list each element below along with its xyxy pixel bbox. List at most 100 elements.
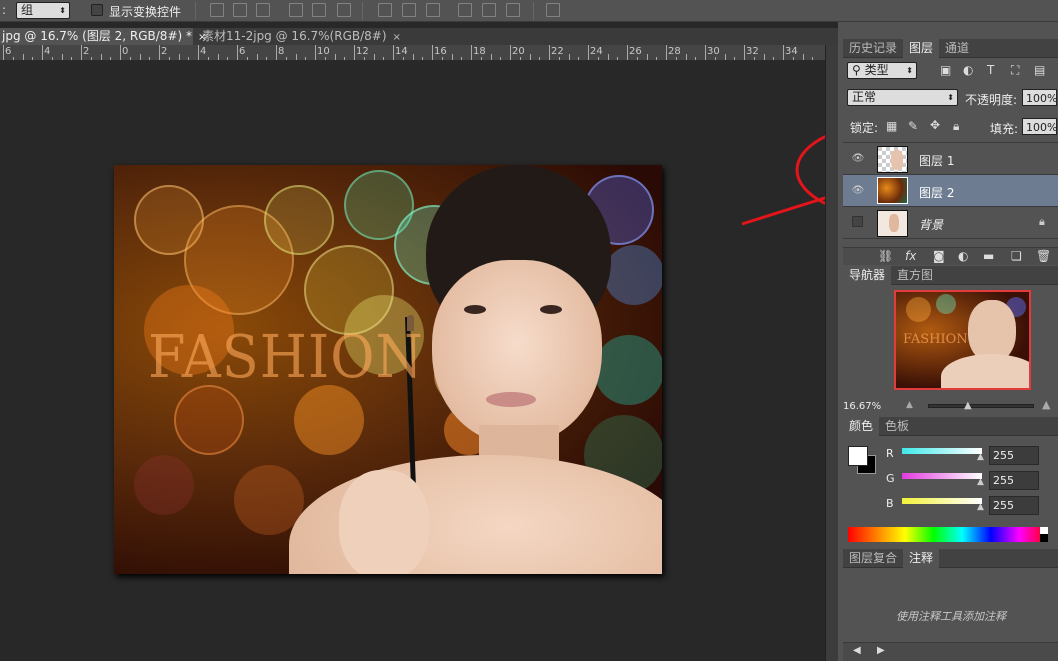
lock-brush-icon[interactable]: ✎ — [908, 119, 918, 133]
search-icon: ⚲ — [852, 63, 861, 77]
navigator-preview[interactable]: FASHION — [894, 290, 1031, 390]
align-top-icon[interactable] — [210, 3, 224, 17]
filter-pixel-icon[interactable]: ▣ — [940, 63, 951, 77]
visibility-eye-icon[interactable]: 👁︎ — [850, 153, 866, 164]
zoom-out-icon[interactable]: ▲ — [906, 400, 913, 410]
align-left-icon[interactable] — [289, 3, 303, 17]
lock-transparency-icon[interactable]: ▦ — [886, 119, 897, 133]
distribute-vcenter-icon[interactable] — [402, 3, 416, 17]
adjustment-layer-icon[interactable]: ◐ — [958, 249, 968, 263]
ruler-minor-tick — [373, 54, 375, 60]
tab-document-2[interactable]: 素材11-2jpg @ 16.7%(RGB/8#) × — [200, 28, 401, 45]
distribute-right-icon[interactable] — [506, 3, 520, 17]
auto-select-dropdown[interactable]: 组 ⬍ — [16, 2, 70, 19]
options-bar: : 组 ⬍ 显示变换控件 — [0, 0, 1058, 22]
ruler-minor-tick — [763, 54, 765, 60]
ruler-minor-tick — [451, 54, 453, 60]
filter-adjustment-icon[interactable]: ◐ — [963, 63, 973, 77]
slider-thumb[interactable]: ▲ — [977, 502, 984, 512]
ruler-minor-tick — [617, 57, 619, 60]
visibility-eye-icon[interactable]: 👁︎ — [850, 185, 866, 196]
tab-channels[interactable]: 通道 — [939, 39, 975, 58]
trash-icon[interactable]: 🗑︎ — [1036, 249, 1051, 263]
align-vcenter-icon[interactable] — [233, 3, 247, 17]
layer-row-background[interactable]: 背景 🔒︎ — [843, 207, 1058, 239]
channel-r-slider[interactable] — [902, 448, 982, 454]
layer-filter-dropdown[interactable]: ⚲ 类型 ⬍ — [847, 62, 917, 79]
new-layer-icon[interactable]: ❏ — [1011, 249, 1022, 263]
vertical-scrollbar[interactable] — [825, 45, 838, 661]
layer-row-2[interactable]: 👁︎ 图层 2 — [843, 175, 1058, 207]
ruler-minor-tick — [285, 57, 287, 60]
ruler-minor-tick — [441, 57, 443, 60]
channel-r-input[interactable]: 255 — [989, 446, 1039, 465]
link-layers-icon[interactable]: ⛓ — [878, 249, 893, 263]
color-spectrum-bar[interactable] — [848, 527, 1048, 542]
ruler-minor-tick — [168, 57, 170, 60]
ruler-minor-tick — [675, 57, 677, 60]
tab-current-document[interactable]: jpg @ 16.7% (图层 2, RGB/8#) * × — [0, 28, 206, 45]
add-mask-icon[interactable]: ◙ — [933, 249, 945, 263]
auto-align-icon[interactable] — [546, 3, 560, 17]
slider-thumb[interactable]: ▲ — [977, 477, 984, 487]
ruler-minor-tick — [412, 54, 414, 60]
ruler-tick — [276, 45, 277, 60]
ruler-minor-tick — [539, 57, 541, 60]
tab-histogram[interactable]: 直方图 — [891, 266, 939, 285]
new-group-icon[interactable]: ▬ — [983, 249, 994, 263]
slider-thumb[interactable]: ▲ — [977, 452, 984, 462]
navigator-panel-tabs: 导航器 直方图 — [843, 266, 1058, 285]
tab-history[interactable]: 历史记录 — [843, 39, 903, 58]
channel-b-input[interactable]: 255 — [989, 496, 1039, 515]
zoom-slider[interactable] — [928, 404, 1034, 408]
tab-swatches[interactable]: 色板 — [879, 417, 915, 436]
ruler-minor-tick — [129, 57, 131, 60]
tab-layer-comps[interactable]: 图层复合 — [843, 549, 903, 568]
channel-g-slider[interactable] — [902, 473, 982, 479]
opacity-input[interactable]: 100% — [1022, 89, 1057, 106]
layer-row-1[interactable]: 👁︎ 图层 1 — [843, 143, 1058, 175]
align-right-icon[interactable] — [337, 3, 351, 17]
distribute-hcenter-icon[interactable] — [482, 3, 496, 17]
blend-mode-dropdown[interactable]: 正常 ⬍ — [847, 89, 958, 106]
next-note-icon[interactable]: ▶ — [877, 645, 885, 656]
channel-g-input[interactable]: 255 — [989, 471, 1039, 490]
filter-shape-icon[interactable]: ⛶ — [1011, 63, 1019, 78]
ruler-minor-tick — [607, 54, 609, 60]
ruler-minor-tick — [685, 54, 687, 60]
ruler-tick — [744, 45, 745, 60]
fill-input[interactable]: 100% — [1022, 118, 1057, 135]
distribute-top-icon[interactable] — [378, 3, 392, 17]
document-image[interactable]: FASHION — [114, 165, 662, 574]
ruler-tick — [588, 45, 589, 60]
show-transform-checkbox[interactable] — [91, 4, 103, 16]
tab-layers[interactable]: 图层 — [903, 39, 940, 58]
distribute-left-icon[interactable] — [458, 3, 472, 17]
distribute-bottom-icon[interactable] — [426, 3, 440, 17]
ruler-minor-tick — [568, 54, 570, 60]
visibility-toggle-empty[interactable] — [852, 216, 863, 227]
foreground-color-swatch[interactable] — [848, 446, 868, 466]
ruler-label: 18 — [473, 46, 486, 57]
zoom-in-icon[interactable]: ▲ — [1042, 398, 1050, 411]
lock-position-icon[interactable]: ✥ — [930, 118, 940, 132]
tab-color[interactable]: 颜色 — [843, 417, 880, 436]
prev-note-icon[interactable]: ◀ — [853, 645, 861, 656]
zoom-slider-thumb[interactable]: ▲ — [964, 400, 972, 411]
ruler-minor-tick — [402, 57, 404, 60]
close-icon[interactable]: × — [393, 32, 401, 43]
ruler-tick — [354, 45, 355, 60]
lock-all-icon[interactable]: 🔒︎ — [953, 119, 959, 134]
tab-notes[interactable]: 注释 — [903, 549, 940, 568]
filter-smart-object-icon[interactable]: ▤ — [1034, 63, 1045, 77]
align-bottom-icon[interactable] — [256, 3, 270, 17]
channel-b-slider[interactable] — [902, 498, 982, 504]
align-hcenter-icon[interactable] — [312, 3, 326, 17]
fx-icon[interactable]: fx — [905, 249, 916, 263]
ruler-label: 20 — [512, 46, 525, 57]
zoom-value[interactable]: 16.67% — [843, 401, 881, 412]
auto-select-value: 组 — [21, 3, 34, 17]
canvas-area[interactable]: FASHION — [0, 62, 825, 661]
tab-navigator[interactable]: 导航器 — [843, 266, 892, 285]
filter-type-icon[interactable]: T — [987, 63, 994, 77]
